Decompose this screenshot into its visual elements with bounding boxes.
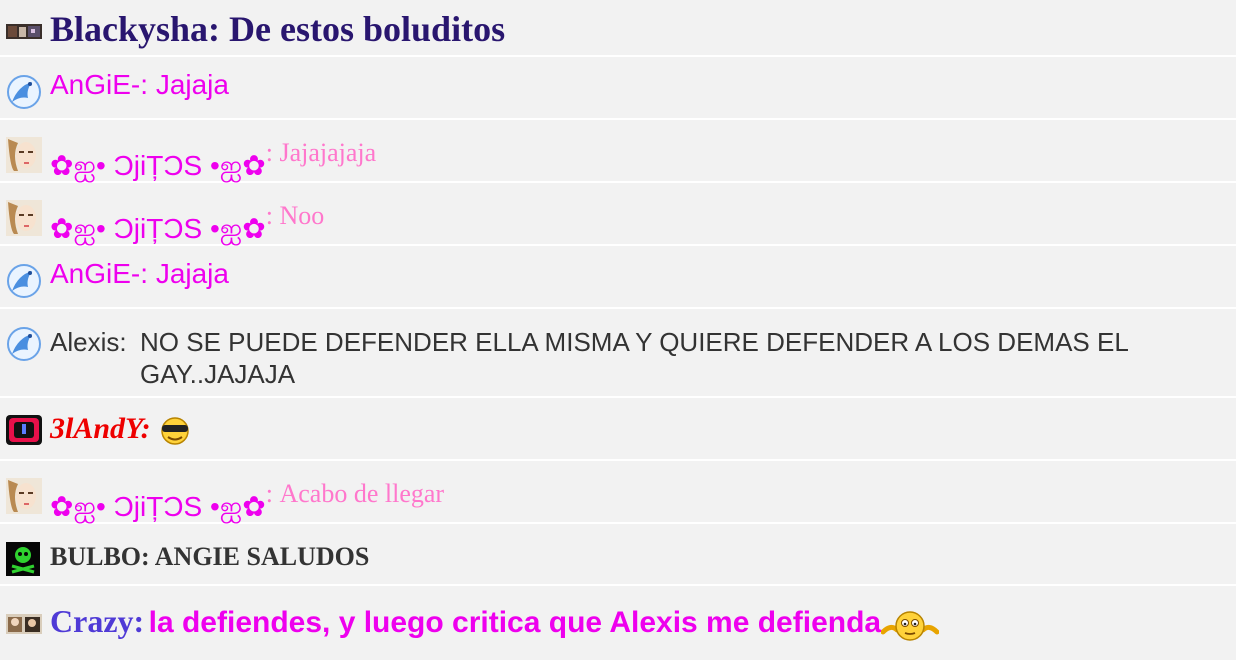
message-username: Alexis [50, 327, 120, 357]
message-text: Jajajajaja [279, 138, 377, 167]
message-separator: : [133, 603, 145, 639]
message-text: Jajaja [155, 69, 229, 100]
message-username-prefix: ✿ஐ• [50, 150, 114, 181]
red-square-icon [6, 415, 42, 445]
message-separator: : [140, 412, 151, 445]
cool-face-icon [161, 417, 189, 445]
message-separator: : [119, 327, 127, 357]
message-text: NO SE PUEDE DEFENDER ELLA MISMA Y QUIERE… [140, 327, 1128, 389]
message-username-suffix: •ஐ✿ [202, 491, 266, 522]
message-separator: : [140, 69, 156, 100]
message-text: Jajaja [155, 258, 229, 289]
girl-portrait-icon [6, 478, 42, 514]
chat-message: AnGiE-: Jajaja [0, 57, 1236, 120]
message-text: De estos boluditos [229, 9, 506, 49]
photo-thumbnail-icon [6, 24, 42, 39]
message-username: ƆjiȚƆS [113, 150, 203, 181]
blue-bird-icon [7, 264, 41, 298]
chat-message: ✿ஐ• ƆjiȚƆS •ஐ✿: Noo [0, 183, 1236, 246]
girl-portrait-icon [6, 137, 42, 173]
message-username: AnGiE- [50, 258, 141, 289]
message-username: Blackysha [50, 9, 209, 49]
message-username: BULBO [50, 542, 142, 571]
message-username-prefix: ✿ஐ• [50, 491, 114, 522]
message-separator: : [265, 479, 280, 508]
message-text: Acabo de llegar [279, 479, 445, 508]
message-separator: : [140, 258, 156, 289]
message-username: AnGiE- [50, 69, 141, 100]
chat-message: 3lAndY: [0, 398, 1236, 461]
message-separator: : [265, 201, 280, 230]
girl-portrait-icon [6, 200, 42, 236]
blue-bird-icon [7, 75, 41, 109]
blue-bird-icon [7, 327, 41, 361]
chat-message: AnGiE-: Jajaja [0, 246, 1236, 309]
message-username-suffix: •ஐ✿ [202, 150, 266, 181]
message-separator: : [265, 138, 280, 167]
message-text: ANGIE SALUDOS [154, 542, 370, 571]
message-separator: : [208, 9, 230, 49]
chat-message: ✿ஐ• ƆjiȚƆS •ஐ✿: Jajajajaja [0, 120, 1236, 183]
chat-log: Blackysha: De estos boluditos AnGiE-: Ja… [0, 0, 1236, 660]
message-text: la defiendes, y luego critica que Alexis… [148, 606, 882, 639]
chat-message: Alexis: NO SE PUEDE DEFENDER ELLA MISMA … [0, 309, 1236, 398]
message-text: Noo [279, 201, 325, 230]
message-username-prefix: ✿ஐ• [50, 213, 114, 244]
message-username: ƆjiȚƆS [113, 213, 203, 244]
chat-message: ✿ஐ• ƆjiȚƆS •ஐ✿: Acabo de llegar [0, 461, 1236, 524]
chat-message: Blackysha: De estos boluditos [0, 0, 1236, 57]
message-username: 3lAndY [50, 412, 141, 445]
message-username-suffix: •ஐ✿ [202, 213, 266, 244]
message-separator: : [141, 542, 155, 571]
message-username: ƆjiȚƆS [113, 491, 203, 522]
green-skull-icon [6, 542, 40, 576]
chat-message: Crazy: la defiendes, y luego critica que… [0, 586, 1236, 660]
shrug-face-icon [881, 611, 940, 641]
message-username: Crazy [50, 603, 134, 639]
couple-photo-icon [6, 614, 42, 634]
chat-message: BULBO: ANGIE SALUDOS [0, 524, 1236, 586]
